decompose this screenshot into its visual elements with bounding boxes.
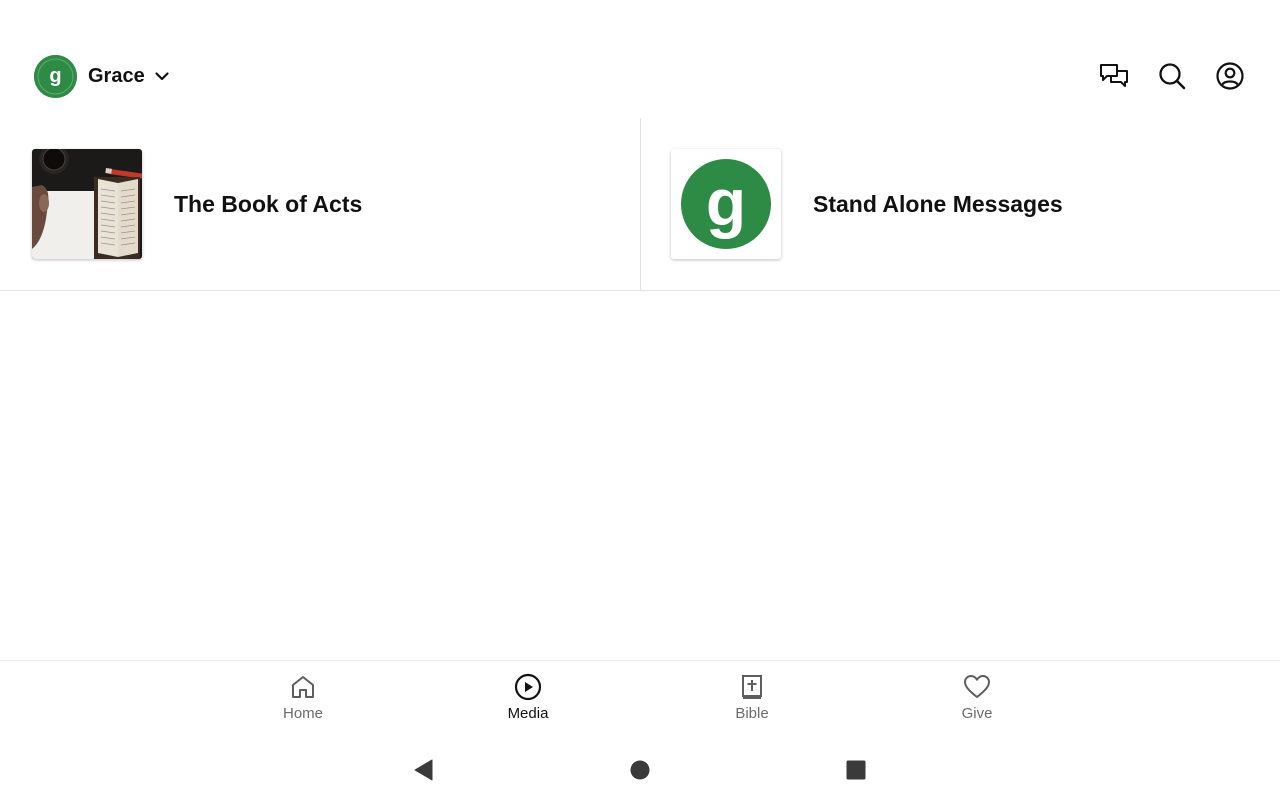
media-item-title: The Book of Acts [174, 190, 363, 217]
bottom-nav: Home Media Bible Give [0, 660, 1280, 738]
org-switcher[interactable]: g Grace [34, 54, 171, 98]
media-item-book-of-acts[interactable]: The Book of Acts [0, 118, 640, 290]
header-actions [1072, 60, 1246, 92]
nav-item-home[interactable]: Home [243, 673, 363, 733]
nav-label: Bible [735, 705, 769, 722]
open-bible-photo [32, 149, 142, 259]
nav-label: Give [961, 705, 993, 722]
home-circle-icon[interactable] [627, 757, 653, 783]
media-item-title: Stand Alone Messages [813, 190, 1063, 217]
system-nav-bar [0, 740, 1280, 800]
g-logo-icon: g [34, 54, 77, 98]
search-icon[interactable] [1156, 60, 1188, 92]
svg-text:g: g [49, 65, 61, 87]
media-grid: The Book of Acts g Stand Alone Messages [0, 118, 1280, 291]
recents-icon[interactable] [843, 757, 869, 783]
nav-item-media[interactable]: Media [468, 673, 588, 733]
org-name: Grace [88, 64, 145, 87]
account-icon[interactable] [1214, 60, 1246, 92]
play-circle-icon [514, 673, 542, 701]
back-icon[interactable] [410, 757, 436, 783]
home-icon [292, 676, 314, 698]
media-item-stand-alone-messages[interactable]: g Stand Alone Messages [640, 118, 1280, 290]
org-logo: g [34, 54, 77, 98]
nav-label: Home [282, 705, 323, 722]
nav-item-give[interactable]: Give [917, 673, 1037, 733]
messages-icon[interactable] [1098, 60, 1130, 92]
heart-icon [964, 675, 990, 698]
church-logo: g [671, 149, 781, 259]
app-header: g Grace [0, 40, 1280, 112]
svg-text:g: g [706, 165, 746, 239]
chevron-down-icon [153, 67, 171, 85]
bible-icon [742, 675, 762, 699]
nav-item-bible[interactable]: Bible [692, 673, 812, 733]
media-screen: g Grace The Book of Acts g Stand Alone M… [0, 0, 1280, 800]
nav-label: Media [507, 705, 549, 722]
